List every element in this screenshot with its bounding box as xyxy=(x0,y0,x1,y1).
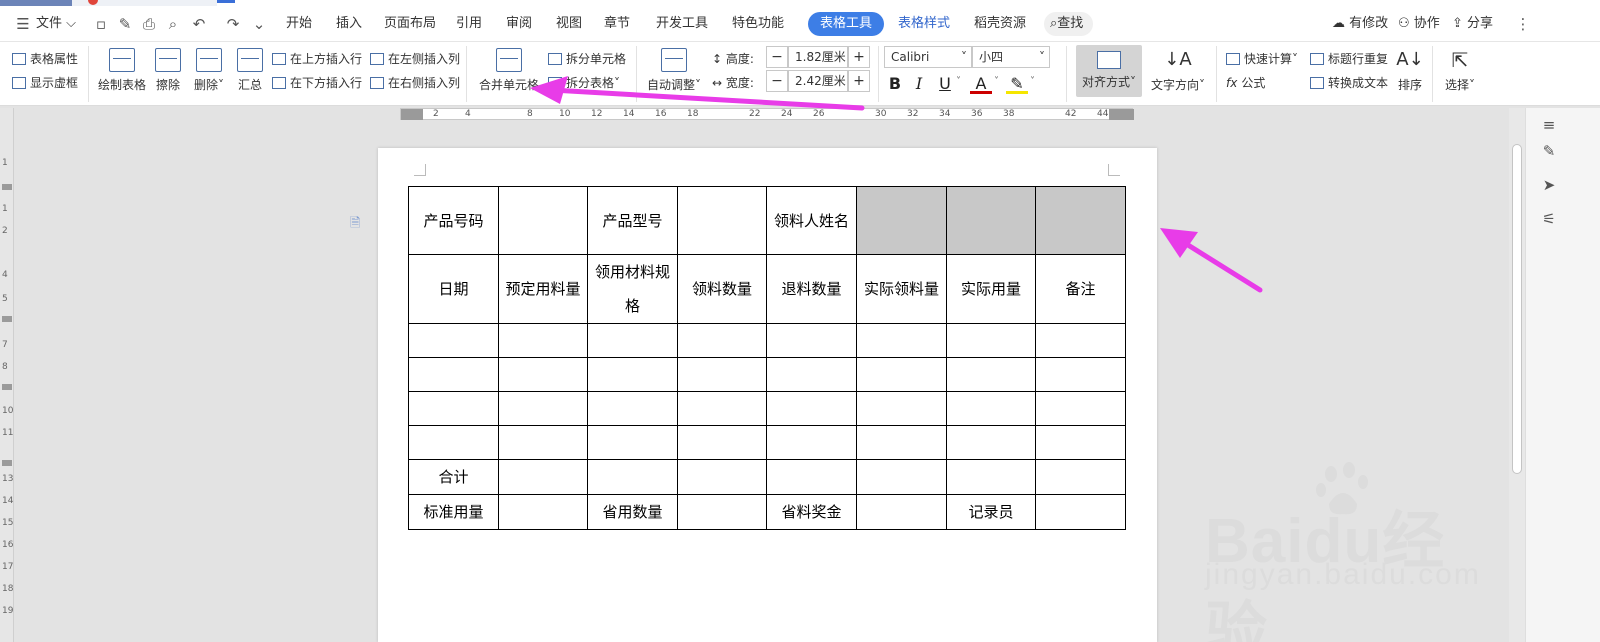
watermark-url: jingyan.baidu.com xyxy=(1205,558,1481,591)
arrow-to-merge-cells xyxy=(530,76,865,111)
arrow-to-shaded-cells xyxy=(1160,228,1263,293)
baidu-jingyan-watermark: Baidu经验 jingyan.baidu.com xyxy=(1205,460,1495,642)
